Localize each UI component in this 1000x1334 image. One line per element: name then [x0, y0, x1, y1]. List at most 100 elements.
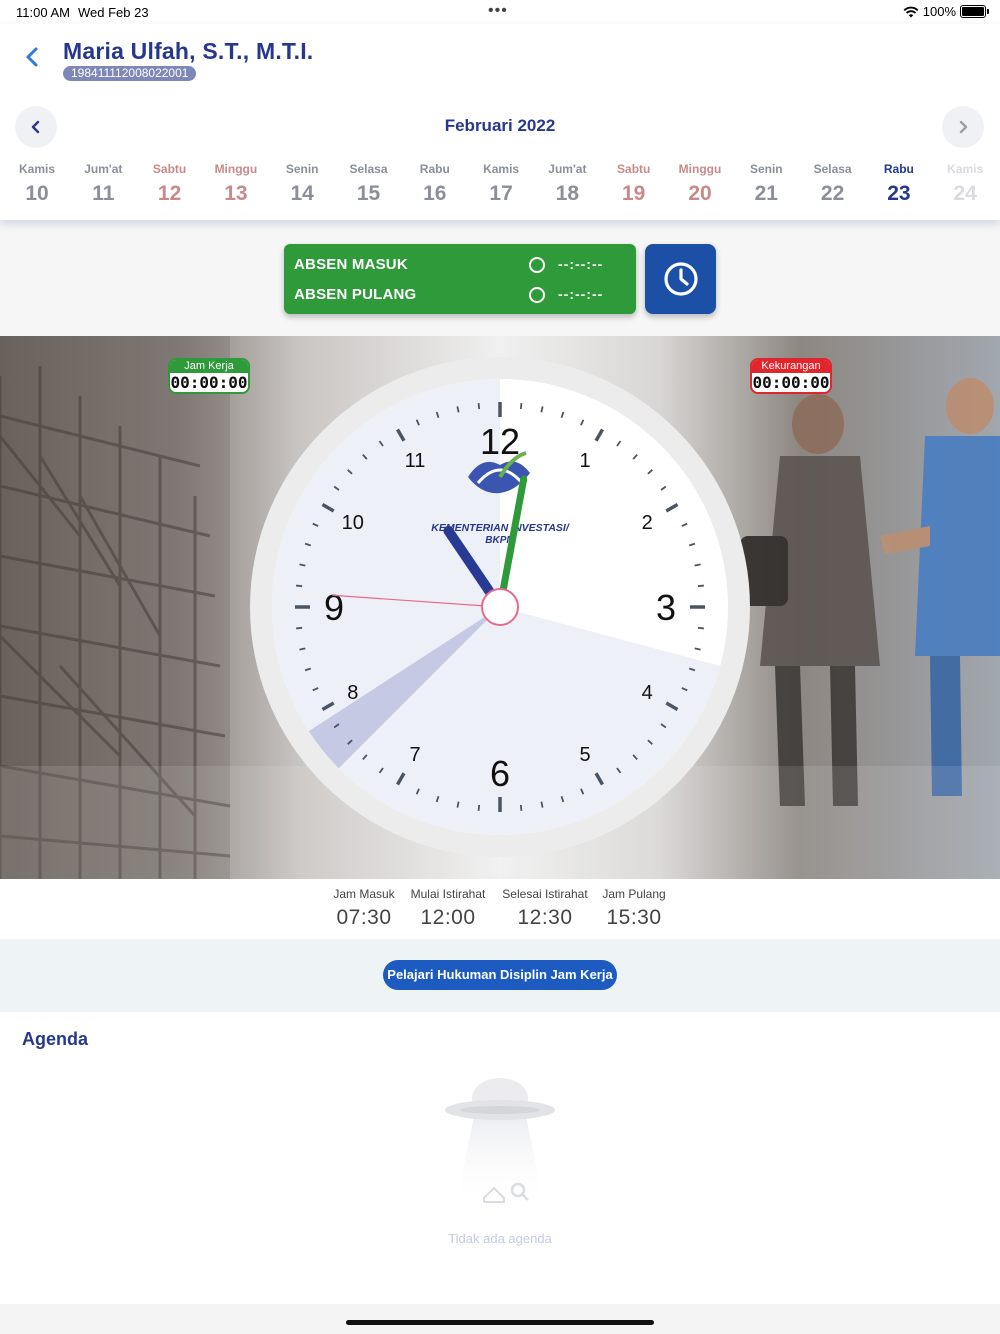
clock-icon [663, 262, 698, 296]
day-item-22[interactable]: Selasa 22 [800, 162, 866, 206]
clock-number: 11 [405, 450, 426, 472]
clock-tick [519, 403, 523, 410]
day-item-11[interactable]: Jum'at 11 [70, 162, 136, 206]
clock-number: 9 [324, 587, 344, 628]
status-date: Wed Feb 23 [78, 5, 149, 20]
day-number: 24 [953, 182, 977, 205]
schedule-item: Jam Pulang 15:30 [574, 887, 694, 930]
user-nip-badge: 198411112008022001 [63, 66, 197, 81]
day-item-15[interactable]: Selasa 15 [336, 162, 402, 206]
clock-number: 5 [579, 744, 590, 766]
jam-kerja-label: Jam Kerja [170, 360, 248, 373]
day-number: 19 [622, 182, 646, 205]
day-item-20[interactable]: Minggu 20 [667, 162, 733, 206]
status-time: 11:00 AM [16, 5, 70, 20]
app-root: 11:00 AM Wed Feb 23 ••• 100% Maria Ulfah… [0, 0, 1000, 1334]
day-item-16[interactable]: Rabu 16 [402, 162, 468, 206]
day-name: Rabu [883, 162, 914, 176]
clock-number: 6 [490, 753, 510, 794]
clock-tick [697, 584, 704, 588]
kekurangan-label: Kekurangan [752, 360, 830, 373]
clock-center-pin [481, 588, 519, 626]
day-name: Kamis [947, 162, 984, 176]
battery-percent: 100% [922, 4, 956, 19]
clock-number: 2 [642, 512, 653, 534]
day-number: 11 [92, 182, 115, 205]
month-title: Februari 2022 [444, 116, 556, 135]
day-item-23[interactable]: Rabu 23 [866, 162, 932, 206]
user-name: Maria Ulfah, S.T., M.T.I. [63, 38, 314, 64]
day-number: 12 [157, 182, 182, 205]
absen-masuk-row: ABSEN MASUK --:--:-- [294, 254, 624, 276]
clock-tick [540, 801, 544, 808]
wifi-icon [903, 6, 919, 17]
clock-tick [519, 804, 523, 811]
day-name: Sabtu [617, 162, 651, 176]
day-number: 21 [754, 182, 778, 205]
absen-masuk-value: --:--:-- [558, 256, 604, 272]
day-name: Kamis [18, 162, 56, 176]
clock-number: 3 [656, 587, 676, 628]
clock-tick [299, 563, 306, 567]
schedule-time: 15:30 [606, 906, 662, 929]
day-number: 17 [489, 182, 513, 205]
header: Maria Ulfah, S.T., M.T.I. 19841111200802… [0, 24, 1000, 220]
absen-pulang-label: ABSEN PULANG [294, 286, 417, 303]
clock-number: 8 [347, 682, 358, 704]
clock-tick [540, 406, 544, 413]
kekurangan-badge: Kekurangan 00:00:00 [750, 358, 832, 394]
status-right: 100% [903, 4, 989, 19]
clock-tick [299, 647, 306, 651]
day-item-17[interactable]: Kamis 17 [468, 162, 534, 206]
day-name: Minggu [214, 162, 258, 176]
day-name: Kamis [483, 162, 520, 176]
day-item-21[interactable]: Senin 21 [733, 162, 799, 206]
clock-tick [694, 647, 701, 651]
jam-kerja-value: 00:00:00 [170, 373, 248, 392]
attendance-area: ABSEN MASUK --:--:-- ABSEN PULANG --:--:… [0, 220, 1000, 336]
day-number: 10 [25, 182, 49, 205]
clock-history-button[interactable] [645, 244, 716, 314]
multitask-dots-icon[interactable]: ••• [488, 2, 508, 20]
kekurangan-value: 00:00:00 [752, 373, 830, 392]
day-item-14[interactable]: Senin 14 [269, 162, 335, 206]
day-number: 13 [224, 182, 248, 205]
clock-tick [456, 801, 460, 808]
clock-number: 10 [342, 512, 364, 534]
day-name: Sabtu [152, 162, 187, 176]
day-item-12[interactable]: Sabtu 12 [137, 162, 203, 206]
schedule-label: Jam Pulang [602, 887, 666, 901]
absen-pulang-status-icon [529, 287, 545, 303]
clock-number: 7 [409, 744, 420, 766]
absen-pulang-value: --:--:-- [558, 286, 604, 302]
hukuman-band: Pelajari Hukuman Disiplin Jam Kerja [0, 939, 1000, 1012]
day-item-10[interactable]: Kamis 10 [4, 162, 70, 206]
day-name: Selasa [349, 162, 388, 176]
work-schedule: Jam Masuk 07:30 Mulai Istirahat 12:00 Selesa… [0, 879, 1000, 939]
day-item-19[interactable]: Sabtu 19 [601, 162, 667, 206]
clock-tick [697, 626, 704, 630]
next-month-button[interactable] [942, 106, 984, 148]
back-button[interactable] [18, 42, 48, 72]
absen-pulang-row: ABSEN PULANG --:--:-- [294, 284, 624, 306]
clock-tick [296, 584, 303, 588]
chevron-left-icon [26, 47, 38, 67]
empty-agenda-text: Tidak ada agenda [448, 1231, 552, 1246]
absen-masuk-label: ABSEN MASUK [294, 256, 408, 273]
jam-kerja-badge: Jam Kerja 00:00:00 [168, 358, 250, 394]
day-strip: Kamis 10 Jum'at 11 Sabtu 12 Minggu 13 Senin 14 Sel… [4, 162, 1000, 212]
day-name: Selasa [813, 162, 852, 176]
attendance-card[interactable]: ABSEN MASUK --:--:-- ABSEN PULANG --:--:… [284, 244, 636, 314]
day-item-18[interactable]: Jum'at 18 [534, 162, 600, 206]
day-name: Jum'at [84, 162, 123, 176]
clock-number: 12 [480, 421, 520, 462]
day-name: Jum'at [548, 162, 587, 176]
day-number: 23 [887, 182, 911, 205]
bottom-band [0, 1304, 1000, 1334]
day-name: Rabu [419, 162, 450, 176]
ufo-empty-illustration-icon [445, 1078, 555, 1206]
home-indicator[interactable] [346, 1320, 654, 1325]
day-item-13[interactable]: Minggu 13 [203, 162, 269, 206]
day-item-24[interactable]: Kamis 24 [932, 162, 998, 206]
learn-discipline-button[interactable]: Pelajari Hukuman Disiplin Jam Kerja [383, 960, 617, 990]
